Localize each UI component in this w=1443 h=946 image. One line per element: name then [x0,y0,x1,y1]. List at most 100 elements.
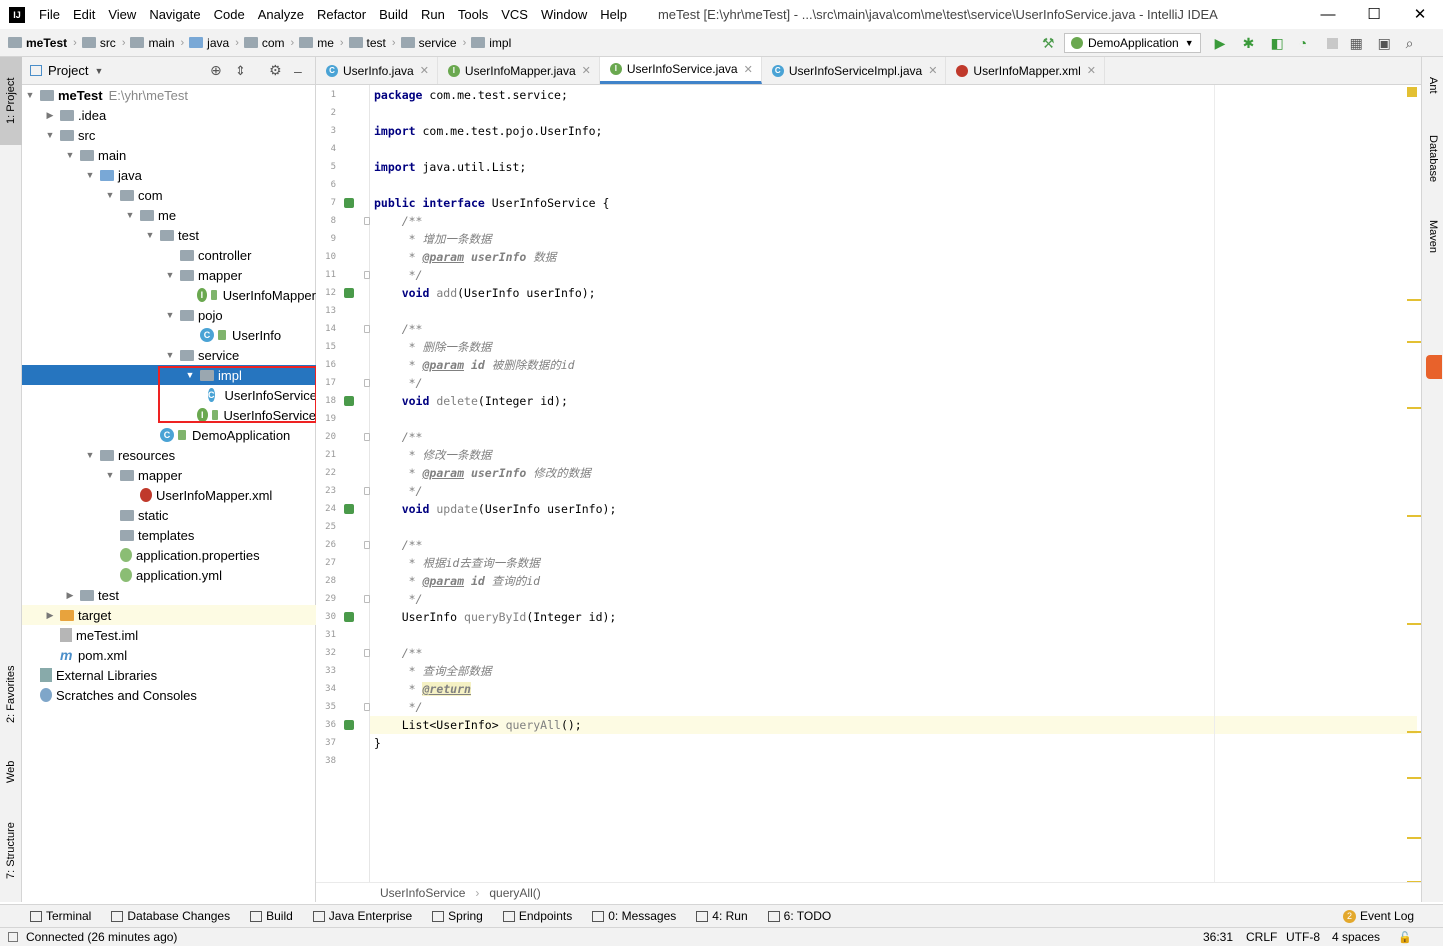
tree-item[interactable]: C DemoApplication [22,425,316,445]
nav-crumb-com[interactable]: com [243,36,285,50]
warning-stripe-mark[interactable] [1407,515,1421,517]
code-editor[interactable]: 1 2 3 4 5 6 7 8 9 10 11 12 13 14 15 16 17 18 19 20 21 22 23 24 2… [316,85,1421,883]
implemented-method-icon[interactable] [344,288,354,298]
close-tab-icon[interactable]: ✕ [744,63,753,76]
indent-setting[interactable]: 4 spaces [1332,930,1380,944]
tree-item[interactable]: ▼ test [22,225,316,245]
code-line[interactable]: * 增加一条数据 [374,230,492,248]
profile-icon[interactable]: ◔ [1299,35,1315,51]
tree-item[interactable]: ▼ mapper [22,465,316,485]
tab-userinfoserviceimpl-java[interactable]: C UserInfoServiceImpl.java ✕ [762,57,947,84]
menu-window[interactable]: Window [541,7,587,22]
tool-tab-ant[interactable]: Ant [1422,65,1443,105]
chevron-down-icon[interactable]: ▼ [104,470,116,480]
bottom-tool-java-enterprise[interactable]: Java Enterprise [312,909,412,923]
tool-tab-maven[interactable]: Maven [1422,207,1443,267]
tree-item[interactable]: application.properties [22,545,316,565]
code-line[interactable]: */ [374,266,423,284]
chevron-down-icon[interactable]: ▼ [164,350,176,360]
menu-help[interactable]: Help [600,7,627,22]
chevron-down-icon[interactable]: ▼ [24,90,36,100]
close-tab-icon[interactable]: ✕ [1087,64,1096,77]
implemented-method-icon[interactable] [344,396,354,406]
bottom-tool-6-todo[interactable]: 6: TODO [767,909,831,923]
bottom-tool-database-changes[interactable]: Database Changes [111,909,230,923]
chevron-down-icon[interactable]: ▼ [84,170,96,180]
gear-icon[interactable]: ⚙ [269,62,282,79]
project-view-selector[interactable]: Project [48,63,88,78]
tree-item[interactable]: ▼ impl [22,365,316,385]
code-line[interactable]: /** [374,644,423,662]
tree-item[interactable]: application.yml [22,565,316,585]
chevron-down-icon[interactable]: ▼ [164,270,176,280]
fold-marker-icon[interactable] [364,379,370,387]
chevron-right-icon[interactable]: ▶ [64,590,76,601]
nav-crumb-metest[interactable]: meTest [8,36,67,50]
tree-item[interactable]: ▶ test [22,585,316,605]
tree-item[interactable]: C UserInfo [22,325,316,345]
fold-marker-icon[interactable] [364,541,370,549]
tree-item[interactable]: ▼ pojo [22,305,316,325]
menu-navigate[interactable]: Navigate [149,7,200,22]
code-line[interactable]: /** [374,536,423,554]
code-line[interactable]: import com.me.test.pojo.UserInfo; [374,122,602,140]
code-line[interactable]: void add(UserInfo userInfo); [374,284,596,302]
line-separator[interactable]: CRLF [1246,930,1277,944]
code-line[interactable]: /** [374,428,423,446]
implemented-method-icon[interactable] [344,504,354,514]
project-structure-icon[interactable]: ▦ [1350,35,1366,51]
locate-file-icon[interactable]: ⊕ [210,62,222,79]
tree-item[interactable]: static [22,505,316,525]
breadcrumb-interface[interactable]: UserInfoService [380,886,465,900]
run-icon[interactable]: ▶ [1215,35,1231,51]
chevron-down-icon[interactable]: ▼ [94,66,103,76]
menu-file[interactable]: File [39,7,60,22]
file-encoding[interactable]: UTF-8 [1286,930,1320,944]
tree-item[interactable]: ▶ .idea [22,105,316,125]
caret-position[interactable]: 36:31 [1203,930,1233,944]
chevron-down-icon[interactable]: ▼ [124,210,136,220]
code-line[interactable]: */ [374,374,423,392]
build-hammer-icon[interactable]: ⚒ [1042,35,1058,51]
nav-crumb-impl[interactable]: impl [471,36,511,50]
chevron-down-icon[interactable]: ▼ [184,370,196,380]
menu-view[interactable]: View [108,7,136,22]
nav-crumb-main[interactable]: main [130,36,175,50]
breadcrumb-method[interactable]: queryAll() [489,886,540,900]
code-line[interactable]: /** [374,212,423,230]
tree-item[interactable]: External Libraries [22,665,316,685]
warning-stripe-mark[interactable] [1407,623,1421,625]
chevron-right-icon[interactable]: ▶ [44,110,56,121]
bottom-tool-spring[interactable]: Spring [432,909,483,923]
code-line[interactable]: */ [374,482,423,500]
bottom-tool-terminal[interactable]: Terminal [30,909,91,923]
minimize-icon[interactable]: — [1305,0,1351,29]
chevron-down-icon[interactable]: ▼ [64,150,76,160]
code-line[interactable]: * @param userInfo 修改的数据 [374,464,591,482]
tree-item[interactable]: ▼ com [22,185,316,205]
chevron-down-icon[interactable]: ▼ [164,310,176,320]
debug-icon[interactable]: ✱ [1243,35,1259,51]
chevron-right-icon[interactable]: ▶ [44,610,56,621]
tree-item[interactable]: ▼ meTest E:\yhr\meTest [22,85,316,105]
tool-tab-web[interactable]: Web [0,747,22,797]
warning-stripe-mark[interactable] [1407,407,1421,409]
menu-edit[interactable]: Edit [73,7,95,22]
menu-tools[interactable]: Tools [458,7,488,22]
code-line[interactable]: * @return [374,680,471,698]
warning-stripe-mark[interactable] [1407,299,1421,301]
code-line[interactable]: */ [374,698,423,716]
tree-item[interactable]: ▼ java [22,165,316,185]
fold-marker-icon[interactable] [364,271,370,279]
fold-marker-icon[interactable] [364,703,370,711]
chevron-down-icon[interactable]: ▼ [84,450,96,460]
nav-crumb-src[interactable]: src [81,36,116,50]
maximize-icon[interactable]: ☐ [1351,0,1397,29]
fold-marker-icon[interactable] [364,325,370,333]
tree-item[interactable]: controller [22,245,316,265]
tree-item[interactable]: ▼ mapper [22,265,316,285]
tree-item[interactable]: Scratches and Consoles [22,685,316,705]
menu-code[interactable]: Code [214,7,245,22]
tool-tab-project[interactable]: 1: Project [0,57,22,145]
close-tab-icon[interactable]: ✕ [582,64,591,77]
